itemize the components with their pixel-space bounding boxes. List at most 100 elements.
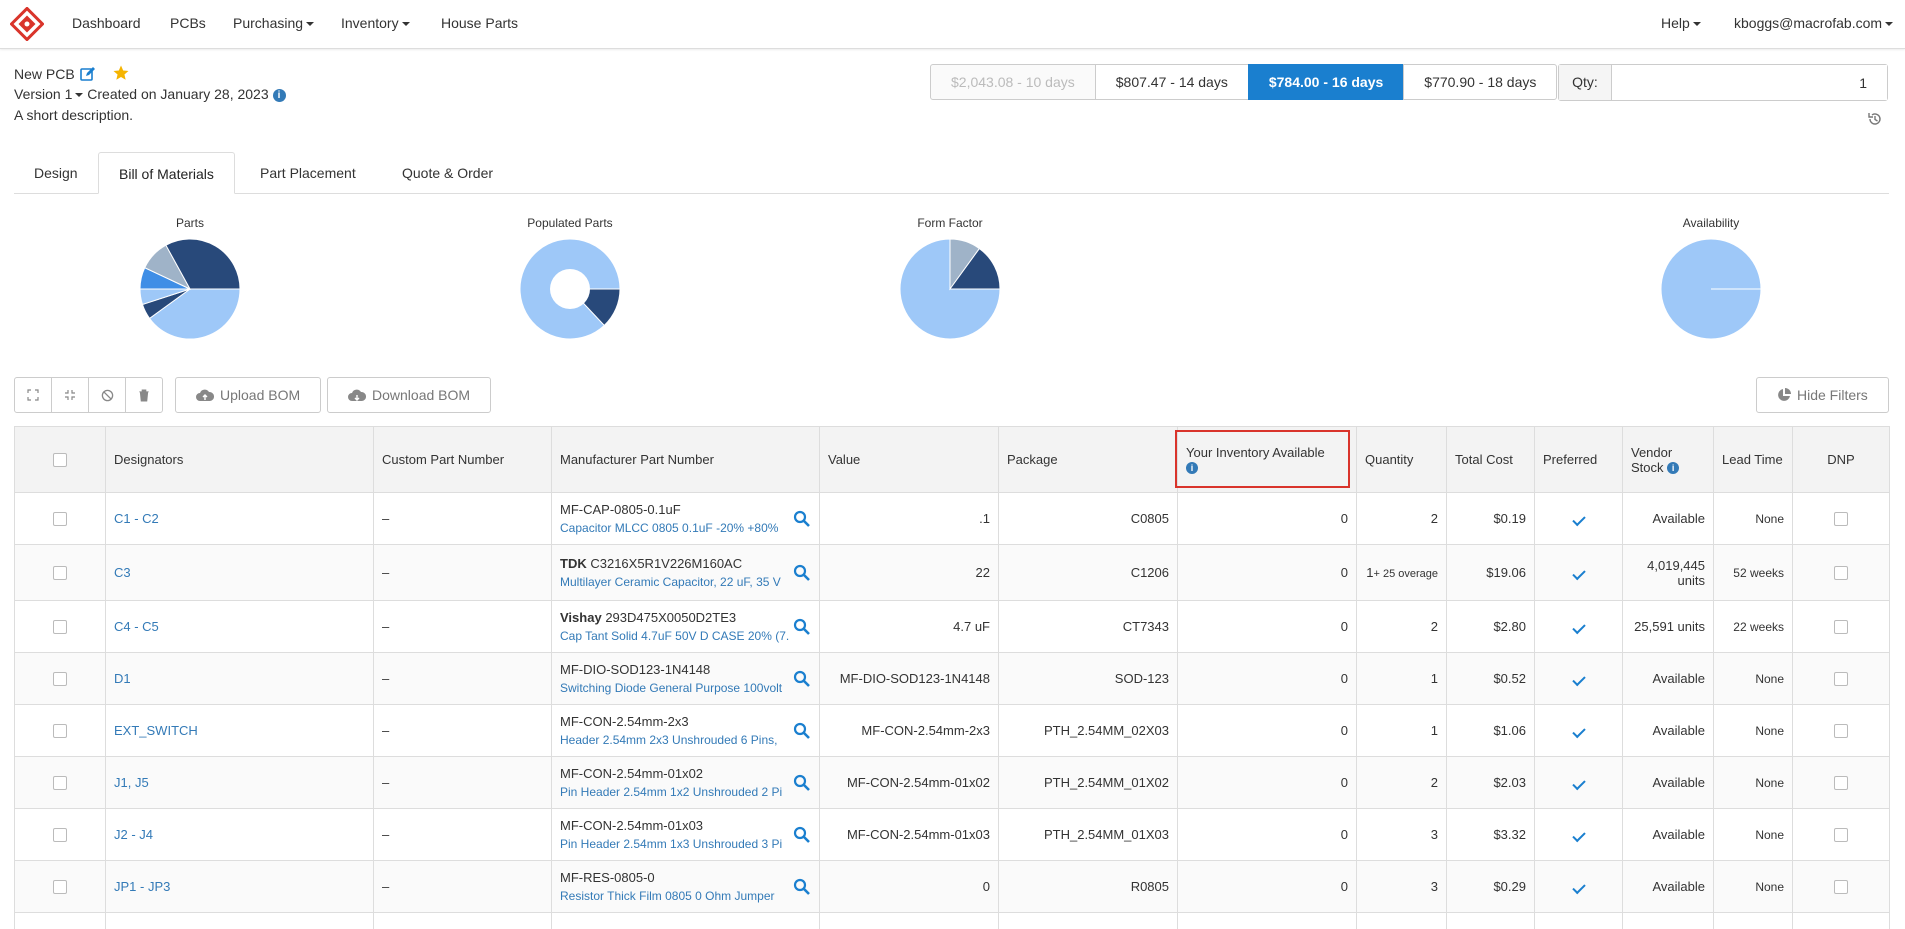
download-bom-button[interactable]: Download BOM	[327, 377, 492, 413]
row-checkbox[interactable]	[53, 776, 67, 791]
row-checkbox[interactable]	[53, 880, 67, 895]
tab-design[interactable]: Design	[14, 152, 98, 194]
star-icon[interactable]	[112, 64, 130, 82]
header-lead-time[interactable]: Lead Time	[1713, 426, 1793, 493]
collapse-button[interactable]	[51, 377, 89, 413]
dnp-checkbox[interactable]	[1834, 566, 1848, 581]
nav-house-parts[interactable]: House Parts	[441, 15, 518, 31]
price-option-10-days[interactable]: $2,043.08 - 10 days	[930, 64, 1096, 100]
search-icon[interactable]	[793, 510, 811, 528]
table-row[interactable]: LAMP JKL73807380T1 3/4 0	[14, 912, 1890, 929]
row-checkbox[interactable]	[53, 512, 67, 527]
search-icon[interactable]	[793, 774, 811, 792]
mpn-cell[interactable]: JKL7380	[551, 912, 820, 929]
header-custom-part-number[interactable]: Custom Part Number	[373, 426, 552, 493]
search-icon[interactable]	[793, 722, 811, 740]
designators-cell[interactable]: J2 - J4	[105, 808, 374, 861]
designator-link[interactable]: C3	[114, 565, 131, 580]
history-icon[interactable]	[1867, 111, 1883, 127]
version-selector[interactable]: Version 1	[14, 86, 84, 102]
table-row[interactable]: J2 - J4 – MF-CON-2.54mm-01x03 Pin Header 2…	[14, 808, 1890, 861]
table-row[interactable]: EXT_SWITCH – MF-CON-2.54mm-2x3 Header 2.54…	[14, 704, 1890, 757]
part-description-link[interactable]: Capacitor MLCC 0805 0.1uF -20% +80%	[560, 519, 787, 537]
table-row[interactable]: D1 – MF-DIO-SOD123-1N4148 Switching Diode …	[14, 652, 1890, 705]
row-checkbox[interactable]	[53, 828, 67, 843]
header-inventory[interactable]: Your Inventory Available i	[1177, 426, 1357, 493]
designators-cell[interactable]: C1 - C2	[105, 492, 374, 545]
table-row[interactable]: J1, J5 – MF-CON-2.54mm-01x02 Pin Header 2.…	[14, 756, 1890, 809]
designator-link[interactable]: EXT_SWITCH	[114, 723, 198, 738]
nav-user-menu[interactable]: kboggs@macrofab.com	[1734, 15, 1894, 31]
dnp-checkbox[interactable]	[1834, 880, 1848, 895]
dnp-checkbox[interactable]	[1834, 724, 1848, 739]
designators-cell[interactable]: J1, J5	[105, 756, 374, 809]
mpn-cell[interactable]: MF-CON-2.54mm-01x03 Pin Header 2.54mm 1x3…	[551, 808, 820, 861]
designators-cell[interactable]: JP1 - JP3	[105, 860, 374, 913]
mpn-cell[interactable]: Vishay 293D475X0050D2TE3 Cap Tant Solid 4…	[551, 600, 820, 653]
price-option-14-days[interactable]: $807.47 - 14 days	[1094, 64, 1249, 100]
tab-quote-order[interactable]: Quote & Order	[382, 152, 513, 194]
info-icon[interactable]: i	[1186, 462, 1198, 475]
dnp-checkbox[interactable]	[1834, 776, 1848, 791]
designator-link[interactable]: J1, J5	[114, 775, 149, 790]
header-vendor-stock[interactable]: Vendor Stock i	[1622, 426, 1714, 493]
price-option-16-days[interactable]: $784.00 - 16 days	[1247, 64, 1405, 100]
tab-bill-of-materials[interactable]: Bill of Materials	[98, 152, 235, 194]
table-row[interactable]: C3– TDK C3216X5R1V226M160AC Multilayer Cer…	[14, 544, 1890, 601]
mpn-cell[interactable]: MF-DIO-SOD123-1N4148 Switching Diode Gene…	[551, 652, 820, 705]
info-icon[interactable]: i	[272, 88, 286, 102]
delete-button[interactable]	[125, 377, 163, 413]
dnp-checkbox[interactable]	[1834, 512, 1848, 527]
search-icon[interactable]	[793, 878, 811, 896]
part-description-link[interactable]: Multilayer Ceramic Capacitor, 22 uF, 35 …	[560, 573, 787, 591]
search-icon[interactable]	[793, 618, 811, 636]
part-description-link[interactable]: Switching Diode General Purpose 100volt	[560, 679, 787, 697]
header-value[interactable]: Value	[819, 426, 999, 493]
nav-purchasing[interactable]: Purchasing	[233, 15, 315, 31]
mpn-cell[interactable]: MF-RES-0805-0 Resistor Thick Film 0805 0 …	[551, 860, 820, 913]
designators-cell[interactable]: LAMP	[105, 912, 374, 929]
nav-pcbs[interactable]: PCBs	[170, 15, 206, 31]
header-mpn[interactable]: Manufacturer Part Number	[551, 426, 820, 493]
clear-button[interactable]	[88, 377, 126, 413]
header-designators[interactable]: Designators	[105, 426, 374, 493]
designators-cell[interactable]: D1	[105, 652, 374, 705]
header-quantity[interactable]: Quantity	[1356, 426, 1447, 493]
nav-dashboard[interactable]: Dashboard	[72, 15, 141, 31]
dnp-checkbox[interactable]	[1834, 828, 1848, 843]
upload-bom-button[interactable]: Upload BOM	[175, 377, 322, 413]
qty-input[interactable]	[1612, 65, 1887, 100]
designators-cell[interactable]: C3	[105, 544, 374, 601]
designator-link[interactable]: C1 - C2	[114, 511, 159, 526]
designator-link[interactable]: J2 - J4	[114, 827, 153, 842]
header-dnp[interactable]: DNP	[1792, 426, 1890, 493]
table-row[interactable]: C1 - C2 – MF-CAP-0805-0.1uF Capacitor MLCC…	[14, 492, 1890, 545]
part-description-link[interactable]: Resistor Thick Film 0805 0 Ohm Jumper	[560, 887, 787, 905]
row-checkbox[interactable]	[53, 672, 67, 687]
row-checkbox[interactable]	[53, 724, 67, 739]
expand-button[interactable]	[14, 377, 52, 413]
search-icon[interactable]	[793, 564, 811, 582]
mpn-cell[interactable]: MF-CAP-0805-0.1uF Capacitor MLCC 0805 0.1…	[551, 492, 820, 545]
table-row[interactable]: JP1 - JP3 – MF-RES-0805-0 Resistor Thick F…	[14, 860, 1890, 913]
designators-cell[interactable]: C4 - C5	[105, 600, 374, 653]
table-row[interactable]: C4 - C5– Vishay 293D475X0050D2TE3 Cap Tant…	[14, 600, 1890, 653]
nav-help[interactable]: Help	[1661, 15, 1701, 31]
designator-link[interactable]: JP1 - JP3	[114, 879, 170, 894]
mpn-cell[interactable]: TDK C3216X5R1V226M160AC Multilayer Cerami…	[551, 544, 820, 601]
info-icon[interactable]: i	[1667, 462, 1680, 475]
search-icon[interactable]	[793, 826, 811, 844]
search-icon[interactable]	[793, 670, 811, 688]
mpn-cell[interactable]: MF-CON-2.54mm-2x3 Header 2.54mm 2x3 Unshr…	[551, 704, 820, 757]
part-description-link[interactable]: Pin Header 2.54mm 1x3 Unshrouded 3 Pi	[560, 835, 787, 853]
header-preferred[interactable]: Preferred	[1534, 426, 1623, 493]
designator-link[interactable]: C4 - C5	[114, 619, 159, 634]
mpn-cell[interactable]: MF-CON-2.54mm-01x02 Pin Header 2.54mm 1x2…	[551, 756, 820, 809]
row-checkbox[interactable]	[53, 620, 67, 635]
header-package[interactable]: Package	[998, 426, 1178, 493]
part-description-link[interactable]: Header 2.54mm 2x3 Unshrouded 6 Pins,	[560, 731, 787, 749]
dnp-checkbox[interactable]	[1834, 672, 1848, 687]
hide-filters-button[interactable]: Hide Filters	[1756, 377, 1889, 413]
price-option-18-days[interactable]: $770.90 - 18 days	[1403, 64, 1558, 100]
macrofab-logo-icon[interactable]	[10, 7, 44, 41]
